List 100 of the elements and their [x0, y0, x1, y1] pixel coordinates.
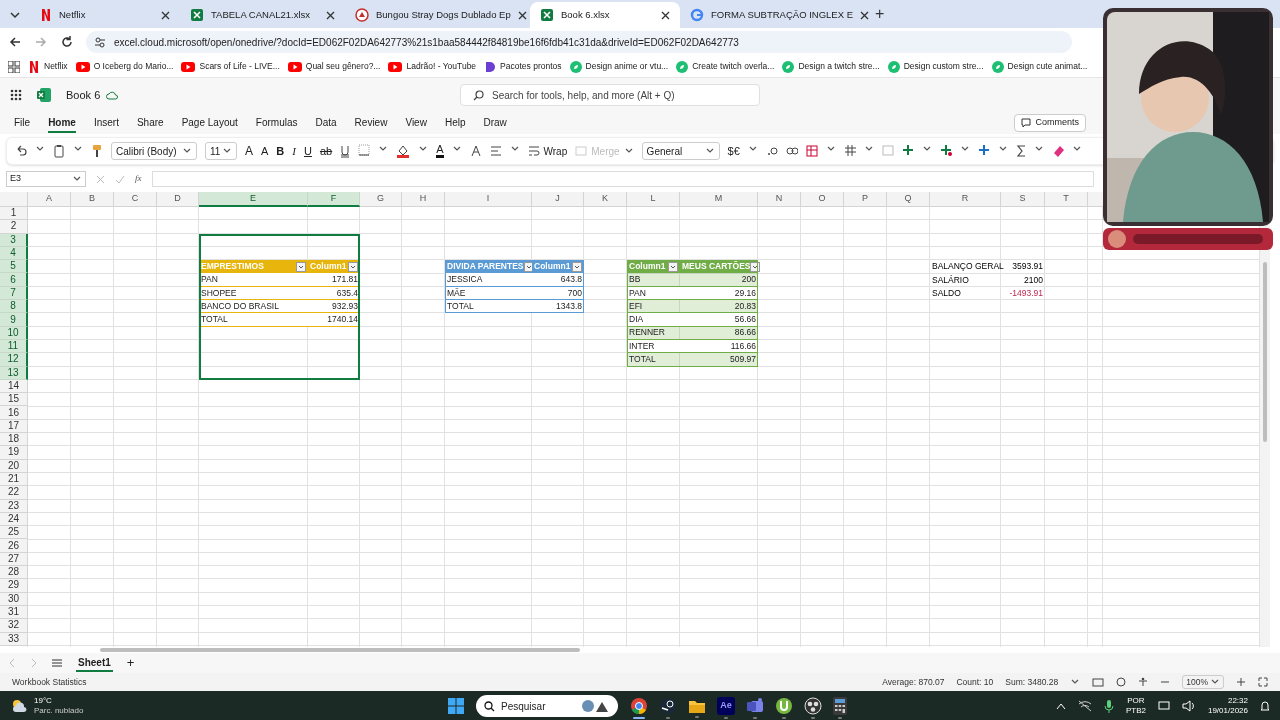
bookmark[interactable]: Ladrão! - YouTube — [388, 60, 477, 73]
taskbar-search-field[interactable]: Pesquisar — [476, 695, 618, 717]
ribbon-tab[interactable]: Review — [354, 113, 388, 133]
browser-tab[interactable]: Bungou Stray Dogs Dublado Ep — [345, 2, 530, 28]
row-header[interactable]: 18 — [0, 433, 28, 447]
table-cell: 1343.8 — [532, 300, 584, 314]
column-header[interactable]: J — [532, 192, 584, 207]
bookmark[interactable]: Create twitch overla... — [676, 60, 775, 73]
zoom-dropdown[interactable]: 100% — [1182, 674, 1224, 690]
bookmark[interactable]: Pacotes prontos — [484, 60, 562, 73]
table-cell: BB — [627, 273, 680, 287]
row-header[interactable]: 1 — [0, 207, 28, 221]
ribbon-tab[interactable]: Draw — [483, 113, 507, 133]
column-header[interactable]: C — [114, 192, 157, 207]
row-header[interactable]: 5 — [0, 260, 28, 274]
bookmark[interactable]: Qual seu gênero?... — [287, 60, 381, 73]
ribbon-tab[interactable]: Share — [136, 113, 164, 133]
search-field[interactable]: Search for tools, help, and more (Alt + Q) — [492, 87, 747, 103]
column-header[interactable]: M — [680, 192, 758, 207]
document-title: Book 6 — [66, 87, 101, 103]
grow-font-button[interactable]: A — [245, 142, 253, 160]
row-header[interactable]: 29 — [0, 579, 28, 593]
browser-tab[interactable]: Book 6.xlsx — [530, 2, 680, 28]
row-header[interactable]: 12 — [0, 353, 28, 367]
row-header[interactable]: 15 — [0, 393, 28, 407]
column-header[interactable]: D — [157, 192, 199, 207]
table-cell: 171.81 — [308, 273, 360, 287]
table-cell: TOTAL — [627, 353, 680, 367]
bookmark[interactable]: Design custom stre... — [887, 60, 984, 73]
comments-button[interactable]: Comments — [1014, 114, 1086, 132]
underline-button[interactable]: U — [304, 142, 312, 160]
column-header[interactable]: I — [445, 192, 532, 207]
search-box[interactable]: Search for tools, help, and more (Alt + Q) — [460, 84, 760, 106]
column-header[interactable]: Q — [887, 192, 930, 207]
column-header[interactable]: L — [627, 192, 680, 207]
table-cell: 509.97 — [680, 353, 758, 367]
row-header[interactable]: 8 — [0, 300, 28, 314]
ribbon-tab[interactable]: Help — [444, 113, 466, 133]
row-header[interactable]: 9 — [0, 313, 28, 327]
row-header[interactable]: 25 — [0, 526, 28, 540]
font-dropdown[interactable]: Calibri (Body) — [111, 142, 197, 160]
column-header[interactable]: K — [584, 192, 627, 207]
column-header[interactable]: B — [71, 192, 114, 207]
bold-button[interactable]: B — [276, 142, 285, 160]
row-header[interactable]: 16 — [0, 406, 28, 420]
number-format-dropdown[interactable]: General — [641, 142, 720, 160]
column-header[interactable]: N — [758, 192, 801, 207]
ribbon-tab[interactable]: File — [14, 113, 31, 133]
row-header[interactable]: 32 — [0, 619, 28, 633]
ribbon-tab[interactable]: Page Layout — [181, 113, 238, 133]
column-header[interactable]: E — [199, 192, 308, 207]
bookmark[interactable]: Scars of Life - LIVE... — [181, 60, 280, 73]
strikethrough-button[interactable]: ab — [319, 142, 333, 160]
row-header[interactable]: 22 — [0, 486, 28, 500]
column-header[interactable]: O — [801, 192, 844, 207]
column-header[interactable]: G — [360, 192, 402, 207]
bookmark[interactable]: Design anime or vtu... — [569, 60, 669, 73]
font-size-dropdown[interactable]: 11 — [205, 142, 237, 160]
row-header[interactable]: 26 — [0, 539, 28, 553]
font-color-button[interactable]: A — [436, 144, 444, 158]
cell-text: SALÁRIO — [931, 273, 970, 287]
ribbon-tab[interactable]: View — [405, 113, 427, 133]
row-header[interactable]: 28 — [0, 566, 28, 580]
ribbon-tab[interactable]: Formulas — [255, 113, 298, 133]
bookmark[interactable]: Design cute animat... — [991, 60, 1088, 73]
column-header[interactable]: H — [402, 192, 445, 207]
insert-function-button[interactable]: fx — [135, 172, 142, 186]
column-header[interactable]: A — [28, 192, 71, 207]
browser-tab[interactable]: Netflix — [30, 2, 180, 28]
shrink-font-button[interactable]: A — [261, 142, 269, 160]
ribbon-tab[interactable]: Data — [315, 113, 337, 133]
after-effects-app[interactable]: Ae — [717, 696, 735, 715]
browser-tab[interactable]: TABELA CANAL21.xlsx — [180, 2, 345, 28]
language-indicator[interactable]: POR PTB2 — [1125, 696, 1146, 716]
new-tab-button[interactable]: + — [875, 2, 885, 26]
ribbon-tab[interactable]: Home — [48, 113, 76, 133]
name-box[interactable]: E3 — [6, 171, 86, 187]
add-sheet-button[interactable]: + — [126, 653, 135, 673]
address-bar[interactable]: excel.cloud.microsoft/open/onedrive/?docId=ED062F02DA642773%21s1baa584442f84819be16f6fdb41c31da&driveId=ED062F02DA642773 — [86, 31, 1072, 53]
row-header[interactable]: 6 — [0, 273, 28, 287]
column-header[interactable]: R — [930, 192, 1001, 207]
workbook-statistics-link[interactable]: Workbook Statistics — [12, 675, 87, 689]
italic-button[interactable]: I — [292, 142, 296, 160]
wrap-text-button[interactable]: Wrap — [527, 143, 568, 159]
bookmark[interactable]: O Iceberg do Mario... — [75, 60, 174, 73]
currency-button[interactable]: $€ — [727, 142, 740, 160]
bookmark[interactable]: Design a twitch stre... — [782, 60, 880, 73]
column-header[interactable]: T — [1045, 192, 1088, 207]
table-cell: 643.8 — [532, 273, 584, 287]
row-header[interactable]: 2 — [0, 220, 28, 234]
column-header[interactable]: S — [1001, 192, 1045, 207]
bookmark[interactable]: Netflix — [28, 59, 68, 74]
cell-text: -1493.91 — [1008, 287, 1044, 301]
clock[interactable]: 22:32 19/01/2026 — [1207, 696, 1248, 716]
browser-tab[interactable]: FORMA SUBTRAÇÃO INGLEX E — [680, 2, 865, 28]
table-cell: BANCO DO BRASIL — [199, 300, 308, 314]
column-header[interactable]: P — [844, 192, 887, 207]
ribbon-tab[interactable]: Insert — [93, 113, 119, 133]
column-header[interactable]: F — [308, 192, 360, 207]
row-header[interactable]: 19 — [0, 446, 28, 460]
